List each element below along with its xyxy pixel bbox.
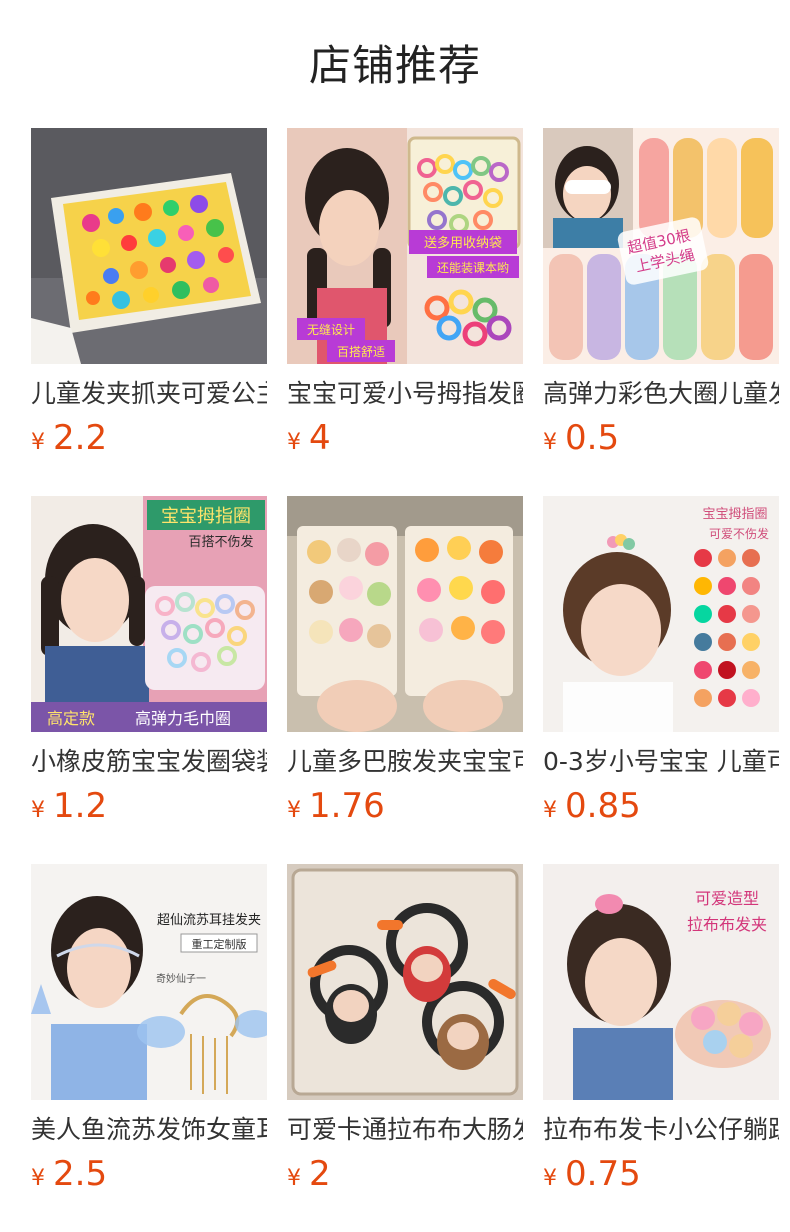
product-card[interactable]: 儿童发夹抓夹可爱公主 ¥2.2 <box>31 128 267 468</box>
page-title: 店铺推荐 <box>308 41 481 90</box>
overlay-text: 奇妙仙子一 <box>156 972 206 985</box>
product-price: ¥0.85 <box>543 786 641 826</box>
product-card[interactable]: 超值30根 上学头绳 高弹力彩色大圈儿童发 ¥0.5 <box>543 128 779 468</box>
currency-symbol: ¥ <box>31 430 45 455</box>
product-name[interactable]: 高弹力彩色大圈儿童发 <box>543 378 779 410</box>
currency-symbol: ¥ <box>31 798 45 823</box>
overlay-text: 无缝设计 <box>307 322 355 337</box>
currency-symbol: ¥ <box>287 798 301 823</box>
overlay-text: 送多用收纳袋 <box>424 235 502 251</box>
price-value: 0.75 <box>565 1154 641 1194</box>
overlay-text: 可爱造型 <box>695 889 759 908</box>
mermaid-tassel-image[interactable]: 超仙流苏耳挂发夹 重工定制版 奇妙仙子一 <box>31 864 267 1100</box>
price-value: 2.5 <box>53 1154 108 1194</box>
product-price: ¥2.2 <box>31 418 107 458</box>
overlay-text: 重工定制版 <box>192 937 247 951</box>
currency-symbol: ¥ <box>31 1166 45 1191</box>
price-value: 1.76 <box>309 786 385 826</box>
product-name[interactable]: 儿童发夹抓夹可爱公主 <box>31 378 267 410</box>
product-name[interactable]: 拉布布发卡小公仔躺趴 <box>543 1114 779 1146</box>
product-price: ¥2 <box>287 1154 331 1194</box>
price-value: 4 <box>309 418 331 458</box>
currency-symbol: ¥ <box>287 430 301 455</box>
product-name[interactable]: 0-3岁小号宝宝 儿童可 <box>543 746 779 778</box>
product-price: ¥0.75 <box>543 1154 641 1194</box>
overlay-text: 宝宝拇指圈 <box>161 506 251 527</box>
mini-rubber-bands-image[interactable]: 宝宝拇指圈 百搭不伤发 高定款 高弹力毛巾圈 <box>31 496 267 732</box>
product-price: ¥1.76 <box>287 786 385 826</box>
price-value: 1.2 <box>53 786 108 826</box>
labubu-hairpin-image[interactable]: 可爱造型 拉布布发夹 <box>543 864 779 1100</box>
currency-symbol: ¥ <box>543 430 557 455</box>
currency-symbol: ¥ <box>543 798 557 823</box>
price-value: 0.85 <box>565 786 641 826</box>
price-value: 2 <box>309 1154 331 1194</box>
product-card[interactable]: 超仙流苏耳挂发夹 重工定制版 奇妙仙子一 美人鱼流苏发饰女童耳 ¥2.5 <box>31 864 267 1204</box>
overlay-text: 还能装课本哟 <box>437 261 509 275</box>
product-price: ¥4 <box>287 418 331 458</box>
product-card[interactable]: 可爱造型 拉布布发夹 拉布布发卡小公仔躺趴 ¥0.75 <box>543 864 779 1204</box>
overlay-text: 超仙流苏耳挂发夹 <box>157 912 261 928</box>
product-card[interactable]: 宝宝拇指圈 百搭不伤发 高定款 高弹力毛巾圈 小橡皮筋宝宝发圈袋装 ¥ 1.2 <box>31 496 267 836</box>
price-value: 2.2 <box>53 418 108 458</box>
product-name[interactable]: 儿童多巴胺发夹宝宝可 <box>287 746 523 778</box>
product-card[interactable]: 宝宝拇指圈 可爱不伤发 0-3岁小号宝宝 儿童可 ¥ 0.85 <box>543 496 779 836</box>
currency-symbol: ¥ <box>287 1166 301 1191</box>
product-name[interactable]: 宝宝可爱小号拇指发圈 <box>287 378 523 410</box>
overlay-text: 可爱不伤发 <box>709 526 769 541</box>
labubu-hair-ties-image[interactable] <box>287 864 523 1100</box>
overlay-text: 高弹力毛巾圈 <box>135 709 231 728</box>
hair-ties-bag-image[interactable]: 送多用收纳袋 还能装课本哟 无缝设计 百搭舒适 <box>287 128 523 364</box>
product-card[interactable]: 儿童多巴胺发夹宝宝可 ¥1.76 <box>287 496 523 836</box>
overlay-text: 高定款 <box>47 709 95 728</box>
overlay-text: 拉布布发夹 <box>687 915 767 934</box>
toddler-hair-ties-image[interactable]: 宝宝拇指圈 可爱不伤发 <box>543 496 779 732</box>
product-name[interactable]: 小橡皮筋宝宝发圈袋装 <box>31 746 267 778</box>
currency-symbol: ¥ <box>543 1166 557 1191</box>
product-name[interactable]: 可爱卡通拉布布大肠发 <box>287 1114 523 1146</box>
product-price: ¥2.5 <box>31 1154 107 1194</box>
cartoon-hairclips-image[interactable] <box>287 496 523 732</box>
overlay-text: 百搭舒适 <box>337 345 385 359</box>
product-card[interactable]: 可爱卡通拉布布大肠发 ¥2 <box>287 864 523 1204</box>
product-name[interactable]: 美人鱼流苏发饰女童耳 <box>31 1114 267 1146</box>
product-card[interactable]: 送多用收纳袋 还能装课本哟 无缝设计 百搭舒适 宝宝可爱小号拇指发圈 ¥4 <box>287 128 523 468</box>
price-value: 0.5 <box>565 418 620 458</box>
hair-claw-tray-image[interactable] <box>31 128 267 364</box>
product-price: ¥0.5 <box>543 418 619 458</box>
overlay-text: 宝宝拇指圈 <box>702 507 767 522</box>
product-price: ¥1.2 <box>31 786 107 826</box>
scrunchie-rolls-image[interactable]: 超值30根 上学头绳 <box>543 128 779 364</box>
overlay-text: 百搭不伤发 <box>188 534 253 550</box>
